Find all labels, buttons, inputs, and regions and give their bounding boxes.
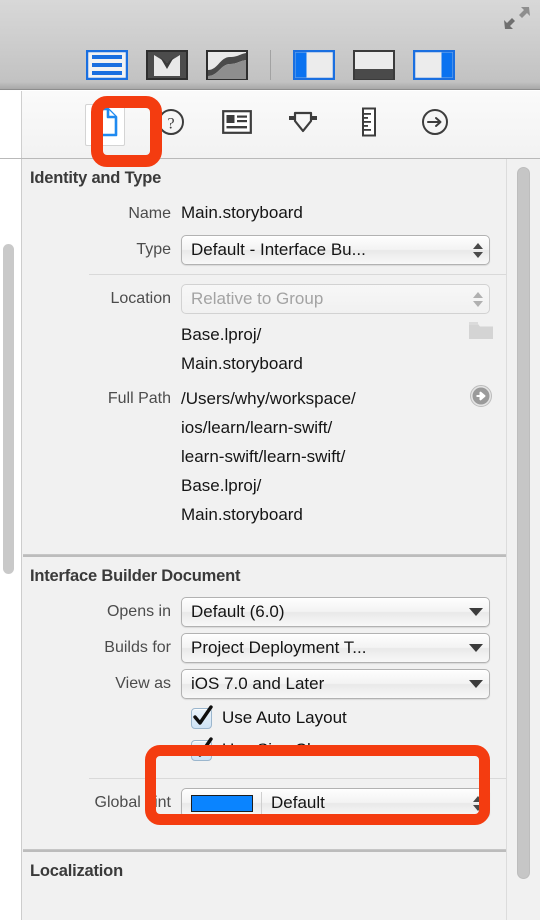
id-card-icon [222,110,252,139]
name-value[interactable]: Main.storyboard [181,199,498,227]
divider [89,274,506,275]
size-inspector-tab[interactable] [349,104,389,146]
inspector-tab-bar: ? [0,91,540,159]
chevron-down-icon [469,644,483,652]
connections-inspector-tab[interactable] [415,104,455,146]
view-as-popup-button[interactable]: iOS 7.0 and Later [181,669,490,699]
inspector-left-gutter [0,91,22,158]
downward-shield-icon [288,108,318,141]
version-editor-button[interactable] [204,48,250,82]
debug-toggle-button[interactable] [351,48,397,82]
use-auto-layout-label: Use Auto Layout [222,708,347,727]
location-popup-button[interactable]: Relative to Group [181,284,490,314]
location-label: Location [110,290,172,307]
xcode-file-inspector-window: ? Identity and Type Name Main.storyboard… [0,0,540,920]
inspector-content: Identity and Type Name Main.storyboard T… [23,159,506,920]
global-tint-row: Global Tint Default [23,785,506,821]
window-toolbar [0,0,540,90]
use-size-classes-checkbox[interactable]: Use Size Classes [23,734,506,766]
question-mark-circle-icon: ? [157,108,185,141]
builds-for-label: Builds for [104,639,171,656]
full-path-value: /Users/why/workspace/ ios/learn/learn-sw… [181,389,356,524]
use-auto-layout-checkbox[interactable]: Use Auto Layout [23,702,506,734]
expand-arrows-icon[interactable] [502,4,532,32]
quick-help-tab[interactable]: ? [151,104,191,146]
opens-in-row: Opens in Default (6.0) [23,594,506,630]
full-path-row: Full Path /Users/why/workspace/ ios/lear… [23,381,506,532]
document-icon [92,107,118,142]
opens-in-label: Opens in [106,603,171,620]
standard-editor-button[interactable] [84,48,130,82]
view-as-label: View as [115,675,171,692]
view-as-popup-value: iOS 7.0 and Later [191,674,325,693]
chevron-down-icon [469,608,483,616]
location-popup-value: Relative to Group [191,289,324,308]
builds-for-row: Builds for Project Deployment T... [23,630,506,666]
name-label: Name [128,205,171,222]
location-row: Location Relative to Group [23,281,506,317]
folder-icon[interactable] [468,320,494,340]
identity-and-type-heading: Identity and Type [30,169,162,187]
file-inspector-panel: Identity and Type Name Main.storyboard T… [0,159,540,920]
localization-heading: Localization [30,862,123,880]
identity-inspector-tab[interactable] [217,104,257,146]
global-tint-value: Default [271,793,325,812]
stepper-icon [473,291,483,307]
type-row: Type Default - Interface Bu... [23,232,506,268]
tint-color-swatch[interactable] [191,794,253,812]
name-row: Name Main.storyboard [23,196,506,232]
svg-text:?: ? [167,116,174,133]
global-tint-popup-button[interactable]: Default [181,788,490,818]
relative-path-row: Base.lproj/ Main.storyboard [23,317,506,381]
attributes-inspector-tab[interactable] [283,104,323,146]
use-size-classes-label: Use Size Classes [222,740,356,759]
builds-for-popup-value: Project Deployment T... [191,638,367,657]
interface-builder-document-heading: Interface Builder Document [30,567,241,585]
editor-left-gutter [0,159,22,920]
toolbar-separator [269,50,271,80]
arrow-right-circle-icon [421,108,449,141]
divider [89,778,506,779]
inspector-scrollbar-track[interactable] [506,159,540,920]
view-as-row: View as iOS 7.0 and Later [23,666,506,702]
swatch-separator [261,792,262,814]
opens-in-popup-button[interactable]: Default (6.0) [181,597,490,627]
checkbox-checked-icon [191,736,213,761]
inspector-scrollbar-thumb[interactable] [517,167,530,879]
toolbar-button-row [0,40,540,90]
stepper-icon [473,242,483,258]
arrow-right-circle-icon[interactable] [469,384,493,408]
ruler-icon [360,107,378,142]
global-tint-label: Global Tint [94,794,171,811]
type-label: Type [136,241,171,258]
editor-scrollbar-thumb[interactable] [3,244,14,574]
chevron-down-icon [469,680,483,688]
builds-for-popup-button[interactable]: Project Deployment T... [181,633,490,663]
file-inspector-tab[interactable] [85,103,125,146]
type-popup-button[interactable]: Default - Interface Bu... [181,235,490,265]
navigator-toggle-button[interactable] [291,48,337,82]
full-path-label: Full Path [107,390,171,407]
checkbox-checked-icon [191,704,213,729]
type-popup-value: Default - Interface Bu... [191,240,366,259]
utilities-toggle-button[interactable] [411,48,457,82]
opens-in-popup-value: Default (6.0) [191,602,285,621]
relative-path-value: Base.lproj/ Main.storyboard [181,325,303,373]
stepper-icon [473,795,483,811]
assistant-editor-button[interactable] [144,48,190,82]
